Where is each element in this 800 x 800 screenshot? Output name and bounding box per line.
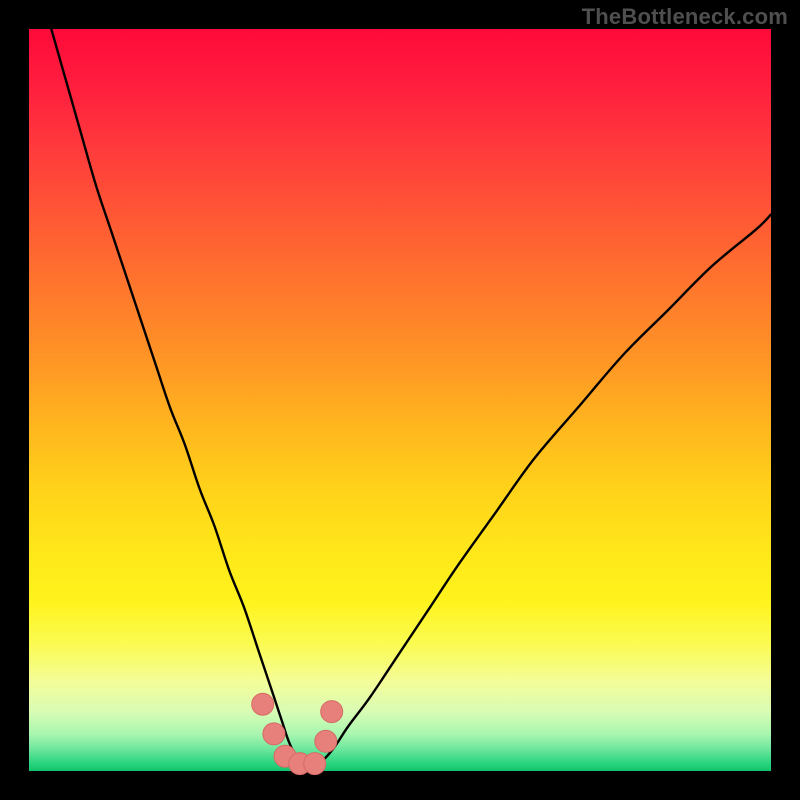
trough-marker bbox=[304, 753, 326, 775]
curve-layer bbox=[29, 29, 771, 771]
watermark-text: TheBottleneck.com bbox=[582, 4, 788, 30]
plot-area bbox=[29, 29, 771, 771]
trough-marker bbox=[321, 701, 343, 723]
trough-marker bbox=[263, 723, 285, 745]
trough-marker bbox=[315, 730, 337, 752]
trough-marker bbox=[252, 693, 274, 715]
trough-markers bbox=[252, 693, 343, 774]
bottleneck-curve bbox=[51, 29, 771, 765]
chart-frame: TheBottleneck.com bbox=[0, 0, 800, 800]
